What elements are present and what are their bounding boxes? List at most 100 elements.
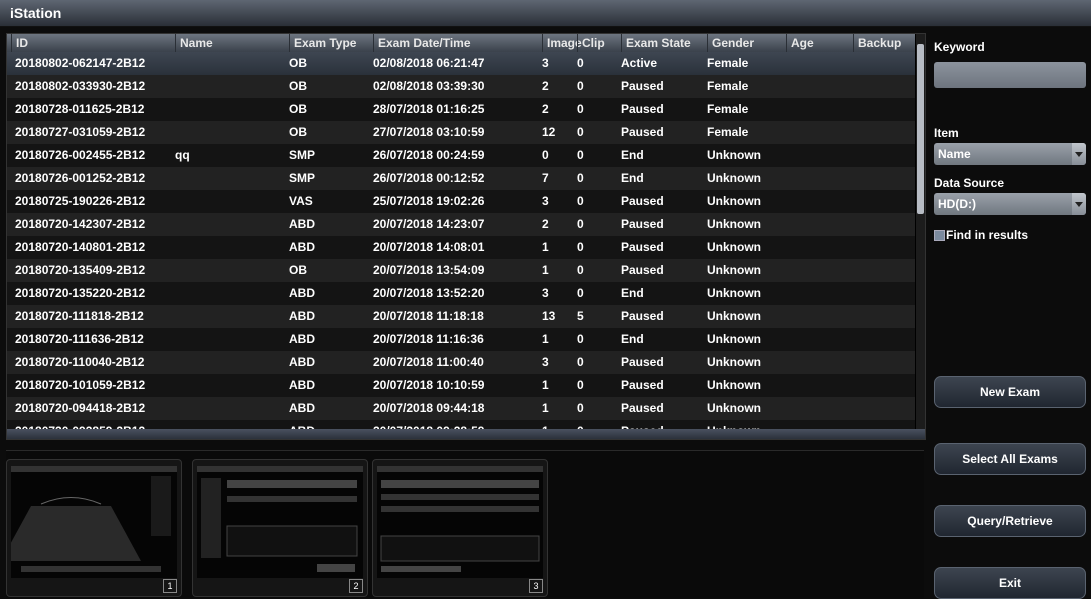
header-col-age[interactable]: Age [786, 34, 853, 52]
cell-gender: Unknown [707, 194, 761, 208]
header-col-exam-datetime[interactable]: Exam Date/Time [373, 34, 542, 52]
header-col-name[interactable]: Name [175, 34, 289, 52]
find-in-results-checkbox[interactable] [934, 230, 945, 241]
cell-exam-type: ABD [289, 286, 315, 300]
cell-clip: 0 [577, 171, 584, 185]
table-row[interactable]: 20180802-033930-2B12 OB 02/08/2018 03:39:3… [7, 75, 915, 98]
window-title: iStation [10, 5, 62, 21]
cell-image: 1 [542, 332, 549, 346]
cell-exam-type: OB [289, 102, 307, 116]
cell-image: 1 [542, 378, 549, 392]
header-col-exam-type[interactable]: Exam Type [289, 34, 373, 52]
new-exam-button[interactable]: New Exam [934, 376, 1086, 408]
cell-exam-datetime: 25/07/2018 19:02:26 [373, 194, 485, 208]
query-retrieve-button[interactable]: Query/Retrieve [934, 505, 1086, 537]
table-row[interactable]: 20180720-135409-2B12 OB 20/07/2018 13:54:0… [7, 259, 915, 282]
header-col-image[interactable]: Image [542, 34, 582, 52]
select-all-exams-button[interactable]: Select All Exams [934, 443, 1086, 475]
cell-id: 20180802-062147-2B12 [15, 56, 146, 70]
scroll-thumb[interactable] [917, 44, 924, 214]
chevron-down-icon[interactable] [1072, 193, 1086, 215]
cell-gender: Female [707, 102, 749, 116]
cell-gender: Unknown [707, 217, 761, 231]
cell-exam-datetime: 20/07/2018 11:00:40 [373, 355, 484, 369]
cell-clip: 0 [577, 355, 584, 369]
table-row[interactable]: 20180727-031059-2B12 OB 27/07/2018 03:10:5… [7, 121, 915, 144]
table-row[interactable]: 20180720-110040-2B12 ABD 20/07/2018 11:00:… [7, 351, 915, 374]
cell-image: 3 [542, 355, 549, 369]
cell-exam-datetime: 20/07/2018 10:10:59 [373, 378, 485, 392]
cell-gender: Unknown [707, 148, 761, 162]
table-row[interactable]: 20180728-011625-2B12 OB 28/07/2018 01:16:2… [7, 98, 915, 121]
thumbnail-strip: 1 2 3 [1, 450, 924, 598]
cell-clip: 0 [577, 102, 584, 116]
item-select[interactable]: Name [934, 143, 1086, 165]
keyword-input[interactable] [934, 62, 1086, 88]
cell-exam-type: ABD [289, 332, 315, 346]
data-source-select[interactable]: HD(D:) [934, 193, 1086, 215]
cell-exam-type: SMP [289, 171, 316, 185]
header-col-exam-state[interactable]: Exam State [621, 34, 707, 52]
header-col-gender[interactable]: Gender [707, 34, 786, 52]
exit-button[interactable]: Exit [934, 567, 1086, 599]
thumbnail-number: 3 [529, 579, 543, 593]
cell-exam-type: ABD [289, 217, 315, 231]
thumbnail-image [1, 466, 177, 578]
cell-id: 20180720-111818-2B12 [15, 309, 144, 323]
cell-exam-type: OB [289, 79, 307, 93]
table-row[interactable]: 20180726-001252-2B12 SMP 26/07/2018 00:12:… [7, 167, 915, 190]
cell-exam-state: Paused [621, 217, 664, 231]
cell-gender: Female [707, 125, 749, 139]
cell-exam-type: OB [289, 56, 307, 70]
data-source-label: Data Source [934, 176, 1005, 190]
cell-clip: 0 [577, 56, 584, 70]
cell-id: 20180725-190226-2B12 [15, 194, 146, 208]
cell-exam-type: SMP [289, 148, 316, 162]
cell-gender: Unknown [707, 240, 761, 254]
vertical-scrollbar[interactable] [916, 34, 925, 429]
cell-id: 20180720-101059-2B12 [15, 378, 146, 392]
cell-id: 20180727-031059-2B12 [15, 125, 146, 139]
cell-id: 20180720-135220-2B12 [15, 286, 146, 300]
cell-exam-state: Paused [621, 401, 664, 415]
cell-exam-state: Paused [621, 355, 664, 369]
cell-id: 20180726-002455-2B12 [15, 148, 146, 162]
cell-gender: Unknown [707, 332, 761, 346]
cell-clip: 0 [577, 240, 584, 254]
cell-exam-datetime: 26/07/2018 00:24:59 [373, 148, 485, 162]
cell-id: 20180720-142307-2B12 [15, 217, 146, 231]
cell-gender: Unknown [707, 309, 761, 323]
cell-exam-state: Paused [621, 194, 664, 208]
thumbnail-card[interactable]: 2 [192, 459, 368, 597]
table-row[interactable]: 20180720-111818-2B12 ABD 20/07/2018 11:18:… [7, 305, 915, 328]
table-row[interactable]: 20180720-140801-2B12 ABD 20/07/2018 14:08:… [7, 236, 915, 259]
cell-id: 20180720-110040-2B12 [15, 355, 145, 369]
cell-clip: 0 [577, 332, 584, 346]
cell-exam-state: End [621, 148, 644, 162]
table-row[interactable]: 20180802-062147-2B12 OB 02/08/2018 06:21:4… [7, 52, 915, 75]
horizontal-scrollbar[interactable] [7, 429, 925, 439]
table-row[interactable]: 20180720-094418-2B12 ABD 20/07/2018 09:44:… [7, 397, 915, 420]
cell-clip: 0 [577, 378, 584, 392]
cell-image: 1 [542, 240, 549, 254]
table-row[interactable]: 20180720-111636-2B12 ABD 20/07/2018 11:16:… [7, 328, 915, 351]
header-col-clip[interactable]: Clip [577, 34, 621, 52]
table-row[interactable]: 20180725-190226-2B12 VAS 25/07/2018 19:02:… [7, 190, 915, 213]
table-row[interactable]: 20180720-135220-2B12 ABD 20/07/2018 13:52:… [7, 282, 915, 305]
thumbnail-card[interactable]: 1 [1, 459, 182, 597]
cell-exam-state: Paused [621, 378, 664, 392]
table-row[interactable]: 20180726-002455-2B12 qq SMP 26/07/2018 00:2… [7, 144, 915, 167]
table-row[interactable]: 20180720-101059-2B12 ABD 20/07/2018 10:10:… [7, 374, 915, 397]
cell-gender: Female [707, 79, 749, 93]
thumbnail-card[interactable]: 3 [372, 459, 548, 597]
header-col-backup[interactable]: Backup [853, 34, 915, 52]
cell-image: 2 [542, 217, 549, 231]
chevron-down-icon[interactable] [1072, 143, 1086, 165]
cell-exam-type: ABD [289, 378, 315, 392]
cell-exam-datetime: 20/07/2018 11:16:36 [373, 332, 484, 346]
table-row[interactable]: 20180720-142307-2B12 ABD 20/07/2018 14:23:… [7, 213, 915, 236]
header-col-id[interactable]: ID [11, 34, 175, 52]
cell-exam-type: VAS [289, 194, 313, 208]
cell-image: 3 [542, 194, 549, 208]
cell-exam-type: ABD [289, 240, 315, 254]
